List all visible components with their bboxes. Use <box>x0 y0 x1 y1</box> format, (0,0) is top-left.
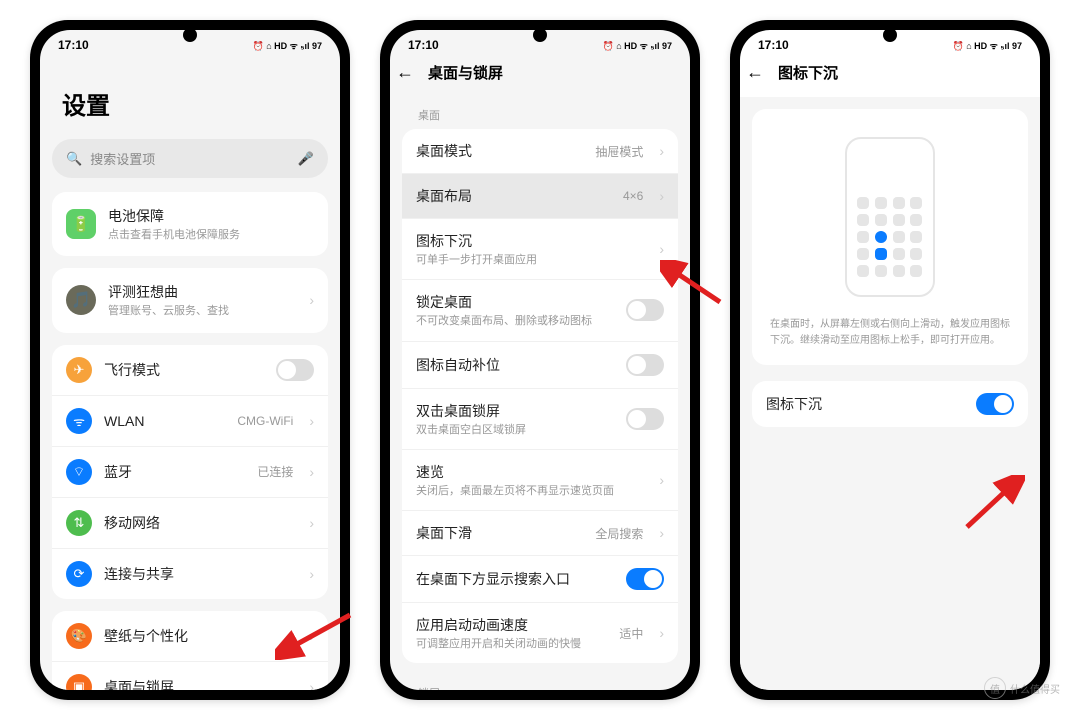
chevron-icon: › <box>659 472 664 488</box>
phone-2: 17:10 ⏰ ⌂ HD ᯤ ₅ıl 97 ← 桌面与锁屏 桌面 桌面模式 抽屉… <box>380 20 700 700</box>
settings-content[interactable]: 设置 🔍 搜索设置项 🎤 🔋 电池保障 点击查看手机电池保障服务 🎵 <box>40 56 340 690</box>
chevron-icon: › <box>309 679 314 690</box>
account-sub: 管理账号、云服务、查找 <box>108 304 293 318</box>
anim-speed-row[interactable]: 应用启动动画速度 可调整应用开启和关闭动画的快慢 适中 › <box>402 603 678 663</box>
phone-1: 17:10 ⏰ ⌂ HD ᯤ ₅ıl 97 设置 🔍 搜索设置项 🎤 🔋 电池保… <box>30 20 350 700</box>
account-card[interactable]: 🎵 评测狂想曲 管理账号、云服务、查找 › <box>52 268 328 332</box>
watermark-badge: 值 <box>984 677 1006 699</box>
annotation-arrow <box>660 260 730 310</box>
illustration-caption: 在桌面时，从屏幕左侧或右侧向上滑动，触发应用图标下沉。继续滑动至应用图标上松手，… <box>766 317 1014 349</box>
bluetooth-icon: ⌔ <box>66 459 92 485</box>
bluetooth-row[interactable]: ⌔ 蓝牙 已连接 › <box>52 447 328 498</box>
avatar: 🎵 <box>66 285 96 315</box>
header: ← 桌面与锁屏 <box>390 56 690 97</box>
chevron-icon: › <box>659 525 664 541</box>
desktop-icon: ▣ <box>66 674 92 690</box>
header-title: 图标下沉 <box>778 62 838 83</box>
status-icons: ⏰ ⌂ HD ᯤ ₅ıl 97 <box>603 39 673 52</box>
chevron-icon: › <box>309 515 314 531</box>
icon-sink-row[interactable]: 图标下沉 可单手一步打开桌面应用 › <box>402 219 678 280</box>
airplane-toggle[interactable] <box>276 359 314 381</box>
status-icons: ⏰ ⌂ HD ᯤ ₅ıl 97 <box>953 39 1023 52</box>
chevron-icon: › <box>309 413 314 429</box>
icon-sink-toggle-row[interactable]: 图标下沉 <box>752 381 1028 427</box>
annotation-arrow <box>955 475 1025 535</box>
page-title: 设置 <box>52 56 328 139</box>
watermark: 值 什么值得买 <box>984 677 1060 699</box>
phone-3: 17:10 ⏰ ⌂ HD ᯤ ₅ıl 97 ← 图标下沉 在桌面时，从屏幕左侧或… <box>730 20 1050 700</box>
battery-sub: 点击查看手机电池保障服务 <box>108 228 314 242</box>
camera-notch <box>533 28 547 42</box>
desktop-lock-content[interactable]: 桌面 桌面模式 抽屉模式 › 桌面布局 4×6 › 图标下沉 可单手一步打开桌面… <box>390 97 690 690</box>
chevron-icon: › <box>309 566 314 582</box>
chevron-icon: › <box>309 292 314 308</box>
double-tap-toggle[interactable] <box>626 408 664 430</box>
header: ← 图标下沉 <box>740 56 1040 97</box>
desktop-lock-row[interactable]: ▣ 桌面与锁屏 › <box>52 662 328 690</box>
illustration: 在桌面时，从屏幕左侧或右侧向上滑动，触发应用图标下沉。继续滑动至应用图标上松手，… <box>752 109 1028 365</box>
battery-title: 电池保障 <box>108 206 314 226</box>
chevron-icon: › <box>659 625 664 641</box>
section-label: 锁屏 <box>402 675 678 690</box>
mobile-icon: ⇅ <box>66 510 92 536</box>
desktop-mode-row[interactable]: 桌面模式 抽屉模式 › <box>402 129 678 174</box>
autofill-toggle[interactable] <box>626 354 664 376</box>
battery-icon: 🔋 <box>66 209 96 239</box>
mobile-row[interactable]: ⇅ 移动网络 › <box>52 498 328 549</box>
search-input[interactable]: 🔍 搜索设置项 🎤 <box>52 139 328 178</box>
chevron-icon: › <box>659 188 664 204</box>
chevron-icon: › <box>659 241 664 257</box>
battery-card[interactable]: 🔋 电池保障 点击查看手机电池保障服务 <box>52 192 328 256</box>
camera-notch <box>183 28 197 42</box>
palette-icon: 🎨 <box>66 623 92 649</box>
status-icons: ⏰ ⌂ HD ᯤ ₅ıl 97 <box>253 39 323 52</box>
lock-desktop-toggle[interactable] <box>626 299 664 321</box>
autofill-row[interactable]: 图标自动补位 <box>402 342 678 389</box>
section-label: 桌面 <box>402 97 678 129</box>
desktop-layout-row[interactable]: 桌面布局 4×6 › <box>402 174 678 219</box>
search-entry-row[interactable]: 在桌面下方显示搜索入口 <box>402 556 678 603</box>
connectivity-card: ✈ 飞行模式 ᯤ WLAN CMG-WiFi › ⌔ 蓝牙 已连接 › <box>52 345 328 599</box>
glance-row[interactable]: 速览 关闭后，桌面最左页将不再显示速览页面 › <box>402 450 678 511</box>
chevron-icon: › <box>309 464 314 480</box>
clock: 17:10 <box>758 38 789 52</box>
mic-icon[interactable]: 🎤 <box>298 151 314 167</box>
chevron-icon: › <box>659 143 664 159</box>
icon-sink-toggle[interactable] <box>976 393 1014 415</box>
double-tap-row[interactable]: 双击桌面锁屏 双击桌面空白区域锁屏 <box>402 389 678 450</box>
airplane-row[interactable]: ✈ 飞行模式 <box>52 345 328 396</box>
camera-notch <box>883 28 897 42</box>
header-title: 桌面与锁屏 <box>428 62 503 83</box>
share-row[interactable]: ⟳ 连接与共享 › <box>52 549 328 599</box>
screen-desktop-lock: 17:10 ⏰ ⌂ HD ᯤ ₅ıl 97 ← 桌面与锁屏 桌面 桌面模式 抽屉… <box>390 30 690 690</box>
screen-icon-sink: 17:10 ⏰ ⌂ HD ᯤ ₅ıl 97 ← 图标下沉 在桌面时，从屏幕左侧或… <box>740 30 1040 690</box>
lock-desktop-row[interactable]: 锁定桌面 不可改变桌面布局、删除或移动图标 <box>402 280 678 341</box>
swipe-down-row[interactable]: 桌面下滑 全局搜索 › <box>402 511 678 556</box>
icon-sink-content[interactable]: 在桌面时，从屏幕左侧或右侧向上滑动，触发应用图标下沉。继续滑动至应用图标上松手，… <box>740 97 1040 690</box>
annotation-arrow <box>275 610 355 660</box>
wlan-row[interactable]: ᯤ WLAN CMG-WiFi › <box>52 396 328 447</box>
search-placeholder: 搜索设置项 <box>90 149 155 168</box>
search-icon: 🔍 <box>66 151 82 167</box>
clock: 17:10 <box>408 38 439 52</box>
screen-settings: 17:10 ⏰ ⌂ HD ᯤ ₅ıl 97 设置 🔍 搜索设置项 🎤 🔋 电池保… <box>40 30 340 690</box>
mock-phone-illustration <box>845 137 935 297</box>
account-title: 评测狂想曲 <box>108 282 293 302</box>
back-button[interactable]: ← <box>396 62 414 83</box>
search-entry-toggle[interactable] <box>626 568 664 590</box>
share-icon: ⟳ <box>66 561 92 587</box>
clock: 17:10 <box>58 38 89 52</box>
back-button[interactable]: ← <box>746 62 764 83</box>
wifi-icon: ᯤ <box>66 408 92 434</box>
airplane-icon: ✈ <box>66 357 92 383</box>
